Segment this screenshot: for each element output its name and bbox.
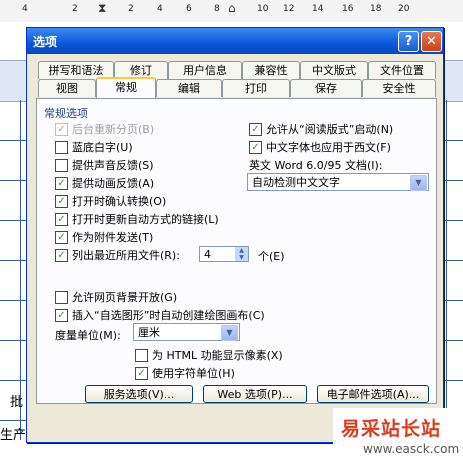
tab-compatibility[interactable]: 兼容性 — [242, 61, 300, 79]
option-confirm-conversion[interactable]: ✓ 打开时确认转换(O) — [55, 193, 166, 209]
help-icon[interactable]: ? — [398, 31, 419, 52]
ruler-number: 2 — [128, 4, 134, 14]
checkbox-checked-icon[interactable]: ✓ — [55, 230, 68, 244]
recent-files-count-value: 4 — [204, 248, 211, 261]
tab-asian-typography[interactable]: 中文版式 — [300, 61, 368, 79]
option-sound-feedback[interactable]: 提供声音反馈(S) — [55, 157, 154, 173]
table-gridline — [20, 100, 21, 440]
tab-general[interactable]: 常规 — [96, 77, 156, 98]
checkbox-checked-icon[interactable]: ✓ — [55, 308, 68, 322]
tab-security[interactable]: 安全性 — [362, 79, 436, 97]
ruler-number: 16 — [342, 4, 354, 14]
ruler-number: 8 — [214, 4, 220, 14]
option-html-pixels[interactable]: 为 HTML 功能显示像素(X) — [135, 347, 283, 363]
ruler-number: 4 — [157, 4, 163, 14]
web-options-button[interactable]: Web 选项(P)... — [203, 385, 307, 403]
tab-user-info[interactable]: 用户信息 — [168, 61, 242, 79]
table-gridline — [446, 100, 447, 440]
checkbox-checked-icon[interactable]: ✓ — [55, 194, 68, 208]
ruler-number: 4 — [22, 4, 28, 14]
service-options-button[interactable]: 服务选项(V)... — [85, 385, 193, 403]
word-format-label: 英文 Word 6.0/95 文档(I): — [249, 159, 383, 172]
checkbox-checked-icon[interactable]: ✓ — [55, 212, 68, 226]
option-update-links[interactable]: ✓ 打开时更新自动方式的链接(L) — [55, 211, 219, 227]
measurement-unit-label: 度量单位(M): — [55, 329, 121, 342]
watermark: 易采站长站 www.easck.com — [333, 408, 463, 462]
dialog-title: 选项 — [33, 35, 58, 49]
option-background-repagination[interactable]: ✓ 后台重新分页(B) — [55, 121, 154, 137]
option-allow-reading-layout[interactable]: ✓ 允许从“阅读版式”启动(N) — [249, 121, 393, 137]
indent-marker-icon[interactable]: ⧗ — [98, 1, 106, 16]
general-options-panel: 常规选项 ✓ 后台重新分页(B) 蓝底白字(U) 提供声音反馈(S) ✓ 提供动画反… — [36, 98, 437, 404]
section-title: 常规选项 — [44, 107, 88, 120]
options-dialog: 选项 ? ✕ 拼写和语法 修订 用户信息 兼容性 中文版式 文件位置 视图 常规… — [26, 27, 444, 443]
tab-marker-icon[interactable]: ⌂ — [228, 1, 236, 15]
ruler-number: 14 — [312, 4, 324, 14]
option-recent-files[interactable]: ✓ 列出最近所用文件(R): — [55, 247, 180, 263]
ruler-number: 20 — [398, 4, 410, 14]
checkbox-checked-icon[interactable]: ✓ — [55, 248, 68, 262]
document-text: 批 — [10, 395, 24, 410]
checkbox-icon[interactable] — [135, 348, 148, 362]
tab-print[interactable]: 打印 — [222, 79, 290, 97]
checkbox-checked-icon[interactable]: ✓ — [135, 366, 148, 380]
horizontal-ruler[interactable]: 4 2 ⧗ 2 4 6 8 ⌂ 10 12 14 16 18 20 — [0, 0, 463, 23]
recent-files-count-stepper[interactable]: 4 ▲ ▼ — [199, 246, 249, 262]
close-icon[interactable]: ✕ — [421, 31, 442, 52]
watermark-url: www.easck.com — [363, 442, 460, 456]
recent-files-unit: 个(E) — [258, 250, 285, 263]
option-animation-feedback[interactable]: ✓ 提供动画反馈(A) — [55, 175, 154, 191]
checkbox-checked-icon[interactable]: ✓ — [249, 140, 262, 154]
ruler-number: 2 — [72, 4, 78, 14]
checkbox-icon[interactable] — [55, 158, 68, 172]
tab-edit[interactable]: 编辑 — [156, 79, 222, 97]
tab-file-locations[interactable]: 文件位置 — [368, 61, 436, 79]
option-web-background[interactable]: 允许网页背景开放(G) — [55, 289, 177, 305]
measurement-unit-select[interactable]: 厘米 ▼ — [133, 323, 240, 341]
spinner-arrows-icon[interactable]: ▲ ▼ — [235, 247, 248, 261]
option-asian-font-for-latin[interactable]: ✓ 中文字体也应用于西文(F) — [249, 139, 391, 155]
checkbox-icon[interactable] — [55, 290, 68, 304]
tab-view[interactable]: 视图 — [38, 79, 96, 97]
ruler-number: 18 — [370, 4, 382, 14]
checkbox-checked-icon[interactable]: ✓ — [55, 176, 68, 190]
checkbox-checked-icon[interactable]: ✓ — [55, 122, 68, 136]
ruler-number: 12 — [283, 4, 295, 14]
checkbox-checked-icon[interactable]: ✓ — [249, 122, 262, 136]
document-text: 生产 — [0, 428, 27, 443]
option-send-as-attachment[interactable]: ✓ 作为附件发送(T) — [55, 229, 153, 245]
ruler-number: 10 — [257, 4, 269, 14]
dialog-titlebar[interactable]: 选项 ? ✕ — [27, 28, 443, 54]
checkbox-icon[interactable] — [55, 140, 68, 154]
word-format-select[interactable]: 自动检测中文文字 ▼ — [247, 173, 429, 191]
chevron-down-icon[interactable]: ▼ — [221, 325, 238, 341]
email-options-button[interactable]: 电子邮件选项(A)... — [317, 385, 429, 403]
option-auto-drawing-canvas[interactable]: ✓ 插入“自选图形”时自动创建绘图画布(C) — [55, 307, 265, 323]
ruler-number: 6 — [186, 4, 192, 14]
chevron-down-icon[interactable]: ▼ — [410, 175, 427, 191]
tab-save[interactable]: 保存 — [290, 79, 362, 97]
option-blue-background[interactable]: 蓝底白字(U) — [55, 139, 133, 155]
watermark-text: 易采站长站 — [341, 418, 442, 440]
option-character-units[interactable]: ✓ 使用字符单位(H) — [135, 365, 235, 381]
